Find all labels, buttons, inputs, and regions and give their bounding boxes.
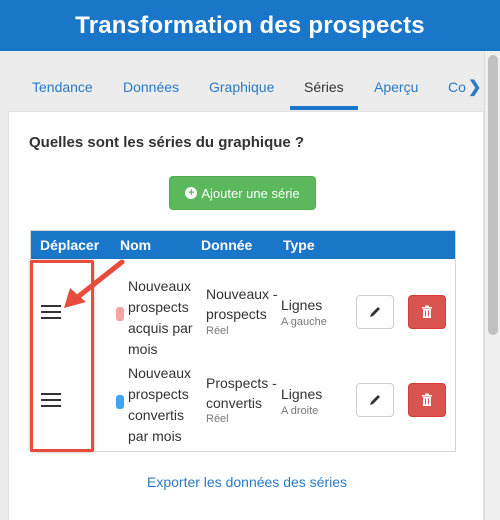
page-title: Transformation des prospects bbox=[75, 11, 425, 39]
app-header: Transformation des prospects bbox=[0, 0, 500, 51]
series-data-sub: Réel bbox=[206, 325, 229, 337]
series-type-sub: A droite bbox=[281, 405, 319, 417]
add-series-button[interactable]: + Ajouter une série bbox=[169, 176, 316, 210]
pencil-icon bbox=[370, 395, 380, 405]
edit-series-button[interactable] bbox=[356, 383, 394, 417]
export-series-data-link[interactable]: Exporter les données des séries bbox=[9, 474, 485, 490]
tab-donnees[interactable]: Données bbox=[123, 79, 179, 95]
delete-series-button[interactable] bbox=[408, 383, 446, 417]
tab-bar: Tendance Données Graphique Séries Aperçu… bbox=[0, 51, 484, 111]
header-move: Déplacer bbox=[40, 237, 100, 253]
header-data: Donnée bbox=[201, 237, 253, 253]
series-color-swatch bbox=[116, 395, 124, 409]
annotation-arrow-icon bbox=[64, 259, 125, 308]
tab-apercu[interactable]: Aperçu bbox=[374, 79, 418, 95]
edit-series-button[interactable] bbox=[356, 295, 394, 329]
table-row: Nouveaux prospects convertis par mois Pr… bbox=[31, 355, 455, 451]
trash-icon bbox=[422, 305, 432, 318]
plus-circle-icon: + bbox=[185, 187, 198, 199]
delete-series-button[interactable] bbox=[408, 295, 446, 329]
series-name: Nouveaux prospects convertis par mois bbox=[128, 365, 192, 444]
tab-scroll-right-icon[interactable]: ❯ bbox=[468, 77, 481, 97]
series-name: Nouveaux prospects acquis par mois bbox=[128, 278, 193, 357]
header-type: Type bbox=[283, 237, 315, 253]
series-type: Lignes bbox=[281, 297, 323, 313]
active-tab-indicator bbox=[290, 106, 358, 110]
tab-graphique[interactable]: Graphique bbox=[209, 79, 274, 95]
header-name: Nom bbox=[120, 237, 152, 253]
series-data: Prospects - convertis bbox=[206, 375, 277, 411]
add-series-label: Ajouter une série bbox=[201, 185, 300, 201]
series-data: Nouveaux - prospects bbox=[206, 286, 278, 322]
vertical-scrollbar[interactable] bbox=[484, 51, 500, 520]
table-header: Déplacer Nom Donnée Type bbox=[31, 231, 455, 259]
series-type: Lignes bbox=[281, 386, 323, 402]
series-data-sub: Réel bbox=[206, 413, 229, 425]
tab-co[interactable]: Co bbox=[448, 79, 466, 95]
series-question: Quelles sont les séries du graphique ? bbox=[29, 134, 305, 151]
tab-series[interactable]: Séries bbox=[304, 79, 344, 95]
scrollbar-thumb[interactable] bbox=[488, 55, 498, 335]
trash-icon bbox=[422, 393, 432, 406]
series-type-sub: A gauche bbox=[281, 316, 327, 328]
pencil-icon bbox=[370, 307, 380, 317]
tab-tendance[interactable]: Tendance bbox=[32, 79, 93, 95]
